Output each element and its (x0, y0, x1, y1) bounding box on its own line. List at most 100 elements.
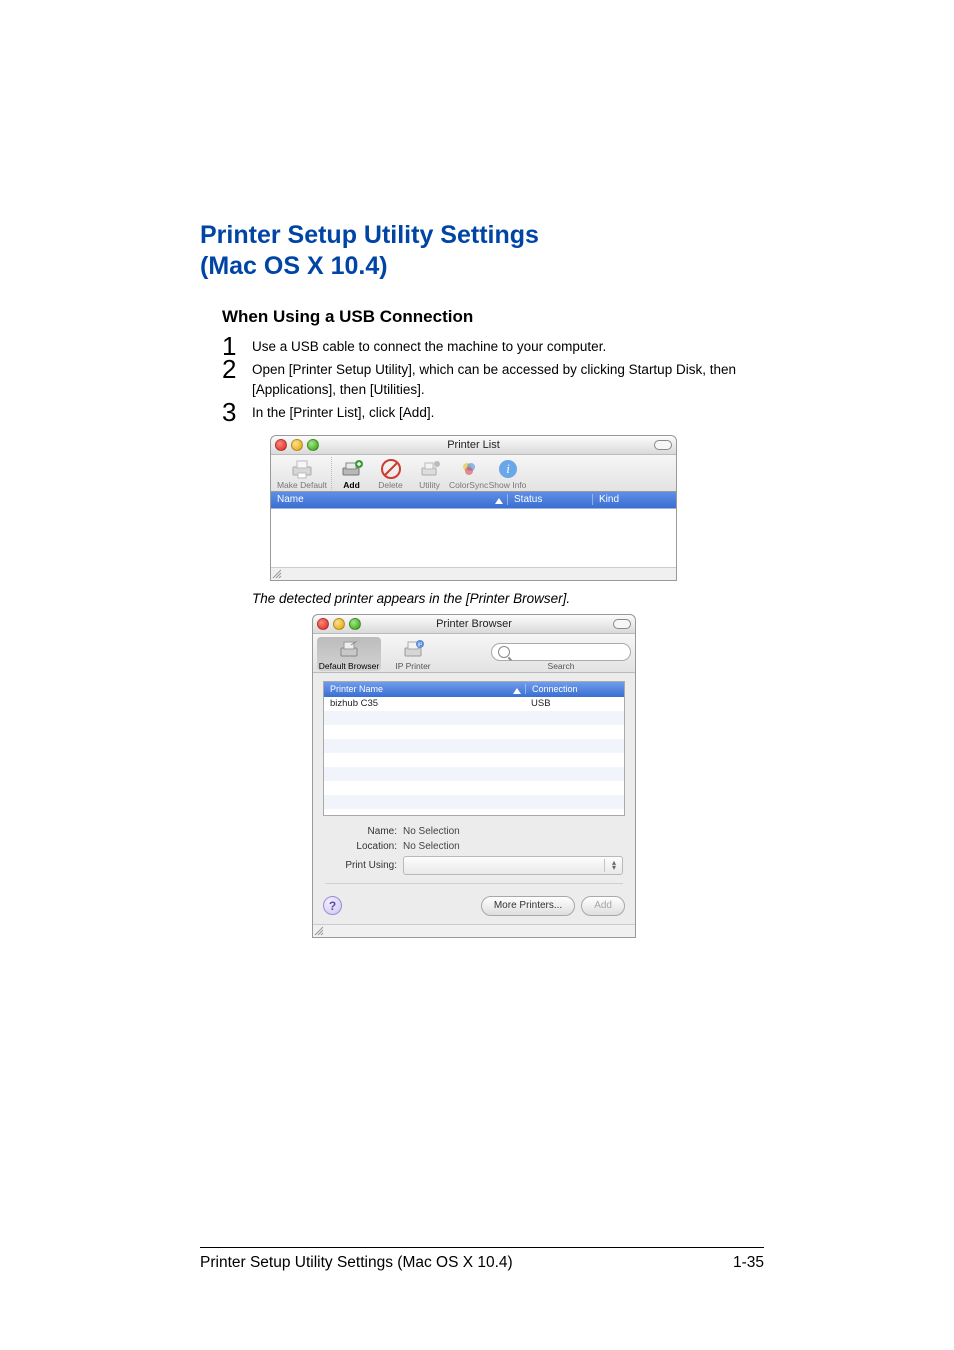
step-2: 2 Open [Printer Setup Utility], which ca… (222, 358, 764, 401)
ip-printer-label: IP Printer (395, 661, 430, 671)
colorsync-icon (455, 457, 483, 481)
column-kind[interactable]: Kind (592, 494, 676, 505)
browser-row-empty (324, 753, 624, 767)
search-label: Search (548, 661, 575, 671)
make-default-button[interactable]: Make Default (273, 457, 331, 490)
column-name[interactable]: Name (271, 494, 507, 505)
ip-printer-tab[interactable]: IP IP Printer (381, 637, 445, 671)
printer-browser-list: Printer Name Connection bizhub C35 USB (323, 681, 625, 816)
step-2-text: Open [Printer Setup Utility], which can … (252, 362, 736, 397)
utility-label: Utility (410, 480, 449, 490)
column-connection[interactable]: Connection (525, 684, 624, 694)
delete-label: Delete (371, 480, 410, 490)
browser-titlebar[interactable]: Printer Browser (313, 615, 635, 634)
colorsync-label: ColorSync (449, 480, 488, 490)
add-label: Add (332, 480, 371, 490)
page-footer: Printer Setup Utility Settings (Mac OS X… (200, 1247, 764, 1272)
search-input[interactable] (491, 643, 631, 661)
more-printers-button[interactable]: More Printers... (481, 896, 575, 916)
browser-row[interactable]: bizhub C35 USB (324, 697, 624, 711)
resize-handle[interactable] (313, 924, 635, 937)
colorsync-button[interactable]: ColorSync (449, 457, 488, 490)
browser-form: Name: No Selection Location: No Selectio… (325, 826, 623, 875)
step-1-text: Use a USB cable to connect the machine t… (252, 339, 606, 354)
search-icon (498, 646, 510, 658)
step-3: 3 In the [Printer List], click [Add]. (222, 401, 764, 425)
window-titlebar[interactable]: Printer List (271, 436, 676, 455)
browser-toolbar: Default Browser IP IP Printer Search (313, 634, 635, 673)
row-printer-name: bizhub C35 (324, 698, 525, 709)
printer-list-columns: Name Status Kind (271, 492, 676, 508)
browser-row-empty (324, 725, 624, 739)
printer-list-toolbar: Make Default Add Delete Utility (271, 455, 676, 492)
utility-button[interactable]: Utility (410, 457, 449, 490)
browser-window-title: Printer Browser (313, 618, 635, 630)
row-connection: USB (525, 698, 624, 709)
delete-icon (377, 457, 405, 481)
add-printer-label: Add (594, 900, 612, 911)
column-printer-name-label: Printer Name (330, 684, 383, 694)
browser-row-empty (324, 795, 624, 809)
printer-list-body (271, 508, 676, 567)
column-printer-name[interactable]: Printer Name (324, 684, 525, 694)
print-using-label: Print Using: (325, 860, 403, 871)
location-value: No Selection (403, 841, 623, 852)
delete-button[interactable]: Delete (371, 457, 410, 490)
make-default-label: Make Default (273, 480, 331, 490)
help-button[interactable]: ? (323, 896, 342, 915)
info-icon: i (494, 457, 522, 481)
toolbar-toggle-icon[interactable] (654, 440, 672, 450)
footer-page-number: 1-35 (733, 1254, 764, 1272)
ip-printer-icon: IP (381, 637, 445, 661)
sort-ascending-icon (495, 498, 503, 504)
browser-row-empty (324, 739, 624, 753)
location-label: Location: (325, 841, 403, 852)
default-browser-label: Default Browser (319, 661, 379, 671)
steps-list: 1 Use a USB cable to connect the machine… (222, 335, 764, 425)
step-3-text: In the [Printer List], click [Add]. (252, 405, 434, 420)
step-number-3: 3 (222, 394, 236, 432)
browser-row-empty (324, 711, 624, 725)
default-browser-tab[interactable]: Default Browser (317, 637, 381, 671)
form-row-location: Location: No Selection (325, 841, 623, 852)
print-using-select[interactable]: ▴▾ (403, 856, 623, 875)
utility-icon (416, 457, 444, 481)
svg-text:i: i (506, 461, 510, 476)
column-status[interactable]: Status (507, 494, 592, 505)
browser-search: Search (491, 643, 631, 671)
show-info-label: Show Info (488, 480, 527, 490)
caption-text: The detected printer appears in the [Pri… (252, 591, 764, 606)
add-button[interactable]: Add (331, 457, 371, 490)
more-printers-label: More Printers... (494, 900, 562, 911)
show-info-button[interactable]: i Show Info (488, 457, 527, 490)
chevron-updown-icon: ▴▾ (612, 860, 616, 870)
section-heading-line1: Printer Setup Utility Settings (200, 221, 539, 249)
printer-browser-window: Printer Browser Default Browser IP IP Pr… (312, 614, 636, 938)
step-number-2: 2 (222, 351, 236, 389)
toolbar-toggle-icon[interactable] (613, 619, 631, 629)
name-label: Name: (325, 826, 403, 837)
column-name-label: Name (277, 494, 304, 505)
subsection-heading: When Using a USB Connection (222, 307, 764, 327)
browser-rows: bizhub C35 USB (324, 697, 624, 815)
section-heading-line2: (Mac OS X 10.4) (200, 252, 388, 280)
help-icon-label: ? (329, 899, 336, 913)
section-heading: Printer Setup Utility Settings (Mac OS X… (200, 220, 764, 283)
window-title: Printer List (271, 439, 676, 451)
browser-row-empty (324, 781, 624, 795)
add-printer-icon (338, 457, 366, 481)
form-row-print-using: Print Using: ▴▾ (325, 856, 623, 875)
browser-row-empty (324, 767, 624, 781)
add-printer-button[interactable]: Add (581, 896, 625, 916)
footer-left: Printer Setup Utility Settings (Mac OS X… (200, 1254, 513, 1272)
step-1: 1 Use a USB cable to connect the machine… (222, 335, 764, 359)
separator (325, 883, 623, 884)
printer-list-window: Printer List Make Default Add Delete (270, 435, 677, 581)
form-row-name: Name: No Selection (325, 826, 623, 837)
sort-ascending-icon (513, 688, 521, 694)
name-value: No Selection (403, 826, 623, 837)
printer-icon (288, 457, 316, 481)
resize-handle[interactable] (271, 567, 676, 580)
default-browser-icon (317, 637, 381, 661)
browser-bottom-bar: ? More Printers... Add (313, 892, 635, 924)
